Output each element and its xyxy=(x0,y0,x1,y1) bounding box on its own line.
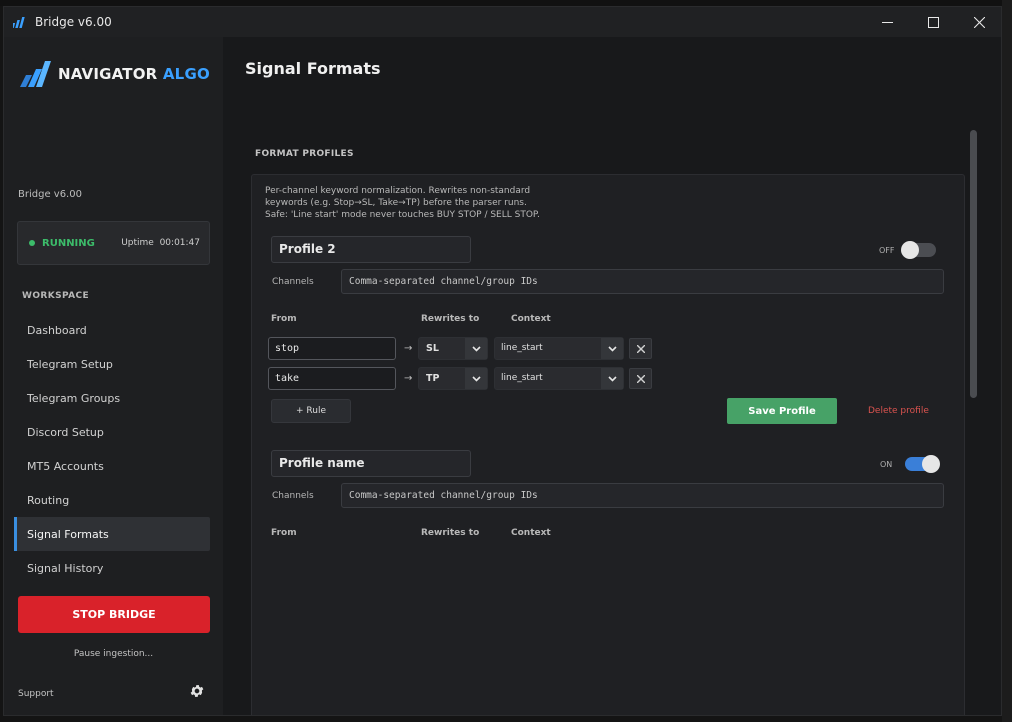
scrollbar-thumb[interactable] xyxy=(970,130,977,398)
maximize-icon xyxy=(927,16,939,28)
toggle-label: ON xyxy=(880,460,893,469)
sidebar-item-label: Telegram Setup xyxy=(27,357,113,371)
remove-rule-button[interactable] xyxy=(629,338,652,359)
channels-label: Channels xyxy=(272,491,314,501)
column-header-context: Context xyxy=(511,314,551,324)
chevron-down-icon xyxy=(465,338,487,359)
sidebar-item-label: MT5 Accounts xyxy=(27,459,104,473)
close-icon xyxy=(636,374,645,383)
sidebar-item-label: Routing xyxy=(27,493,70,507)
logo-text: NAVIGATOR xyxy=(58,65,158,83)
rule-rewrite-select[interactable]: SL xyxy=(418,337,488,360)
page-title: Signal Formats xyxy=(245,59,381,78)
sidebar-item-label: Dashboard xyxy=(27,323,87,337)
minimize-button[interactable] xyxy=(864,7,910,37)
rule-arrow: → xyxy=(404,373,413,384)
sidebar-item-dashboard[interactable]: Dashboard xyxy=(14,313,210,347)
description-line: keywords (e.g. Stop→SL, Take→TP) before … xyxy=(265,198,527,208)
channels-label: Channels xyxy=(272,277,314,287)
sidebar-item-mt5-accounts[interactable]: MT5 Accounts xyxy=(14,449,210,483)
rule-from-input[interactable]: take xyxy=(268,367,396,390)
sidebar-nav: Dashboard Telegram Setup Telegram Groups… xyxy=(14,313,210,585)
sidebar-item-label: Telegram Groups xyxy=(27,391,121,405)
sidebar: NAVIGATOR ALGO Bridge v6.00 RUNNING Upti… xyxy=(4,37,223,715)
profile-enable-toggle[interactable] xyxy=(905,455,940,473)
version-label: Bridge v6.00 xyxy=(18,189,82,200)
chevron-down-icon xyxy=(601,338,623,359)
column-header-context: Context xyxy=(511,528,551,538)
support-link[interactable]: Support xyxy=(18,689,54,699)
close-button[interactable] xyxy=(956,7,1001,37)
gear-icon[interactable] xyxy=(189,683,205,699)
rule-context-select[interactable]: line_start xyxy=(494,367,624,390)
minimize-icon xyxy=(881,21,893,23)
app-window: Bridge v6.00 NAVIGATOR ALGO Bridge v6.00… xyxy=(3,6,1002,716)
rule-rewrite-value: SL xyxy=(426,343,439,354)
panel-description: Per-channel keyword normalization. Rewri… xyxy=(265,185,685,221)
main-content: Signal Formats FORMAT PROFILES Per-chann… xyxy=(223,37,1001,715)
column-header-rewrites-to: Rewrites to xyxy=(421,314,480,324)
rule-context-select[interactable]: line_start xyxy=(494,337,624,360)
add-rule-button[interactable]: + Rule xyxy=(271,399,351,423)
sidebar-item-signal-history[interactable]: Signal History xyxy=(14,551,210,585)
sidebar-item-signal-formats[interactable]: Signal Formats xyxy=(14,517,210,551)
pause-ingestion-link[interactable]: Pause ingestion... xyxy=(4,649,223,659)
description-line: Safe: 'Line start' mode never touches BU… xyxy=(265,210,540,220)
rule-from-input[interactable]: stop xyxy=(268,337,396,360)
delete-profile-link[interactable]: Delete profile xyxy=(868,406,929,416)
maximize-button[interactable] xyxy=(910,7,956,37)
column-header-from: From xyxy=(271,528,297,538)
toggle-knob xyxy=(901,241,919,259)
rule-arrow: → xyxy=(404,343,413,354)
uptime-label: Uptime xyxy=(121,238,154,248)
sidebar-item-discord-setup[interactable]: Discord Setup xyxy=(14,415,210,449)
column-header-rewrites-to: Rewrites to xyxy=(421,528,480,538)
sidebar-item-label: Signal History xyxy=(27,561,104,575)
rule-context-value: line_start xyxy=(501,343,543,353)
toggle-knob xyxy=(922,455,940,473)
window-title: Bridge v6.00 xyxy=(35,15,112,29)
channels-input[interactable]: Comma-separated channel/group IDs xyxy=(341,483,944,508)
profile-name-input[interactable]: Profile 2 xyxy=(271,236,471,263)
save-profile-button[interactable]: Save Profile xyxy=(727,398,837,424)
toggle-label: OFF xyxy=(879,246,895,255)
sidebar-item-telegram-groups[interactable]: Telegram Groups xyxy=(14,381,210,415)
chevron-down-icon xyxy=(465,368,487,389)
rule-context-value: line_start xyxy=(501,373,543,383)
profile-enable-toggle[interactable] xyxy=(901,241,936,259)
sidebar-item-routing[interactable]: Routing xyxy=(14,483,210,517)
status-label: RUNNING xyxy=(42,237,95,249)
stop-bridge-button[interactable]: STOP BRIDGE xyxy=(18,596,210,633)
status-dot-icon xyxy=(29,240,35,246)
section-heading: FORMAT PROFILES xyxy=(255,149,354,159)
app-icon xyxy=(13,17,25,28)
close-icon xyxy=(973,16,985,28)
scrollbar[interactable] xyxy=(970,130,977,715)
logo-icon xyxy=(20,61,51,87)
rule-rewrite-value: TP xyxy=(426,373,440,384)
format-profiles-panel: Per-channel keyword normalization. Rewri… xyxy=(251,174,965,715)
workspace-heading: WORKSPACE xyxy=(22,291,90,301)
description-line: Per-channel keyword normalization. Rewri… xyxy=(265,186,531,196)
uptime: Uptime 00:01:47 xyxy=(121,238,200,248)
sidebar-item-label: Signal Formats xyxy=(27,527,109,541)
logo: NAVIGATOR ALGO xyxy=(18,59,210,89)
channels-input[interactable]: Comma-separated channel/group IDs xyxy=(341,269,944,294)
logo-text-accent: ALGO xyxy=(162,65,210,83)
status-card: RUNNING Uptime 00:01:47 xyxy=(17,221,210,265)
sidebar-item-telegram-setup[interactable]: Telegram Setup xyxy=(14,347,210,381)
chevron-down-icon xyxy=(601,368,623,389)
uptime-value: 00:01:47 xyxy=(159,238,200,248)
close-icon xyxy=(636,344,645,353)
rule-rewrite-select[interactable]: TP xyxy=(418,367,488,390)
column-header-from: From xyxy=(271,314,297,324)
sidebar-item-label: Discord Setup xyxy=(27,425,104,439)
remove-rule-button[interactable] xyxy=(629,368,652,389)
profile-name-input[interactable]: Profile name xyxy=(271,450,471,477)
title-bar: Bridge v6.00 xyxy=(4,7,1001,37)
background-app-edge xyxy=(1002,0,1012,722)
